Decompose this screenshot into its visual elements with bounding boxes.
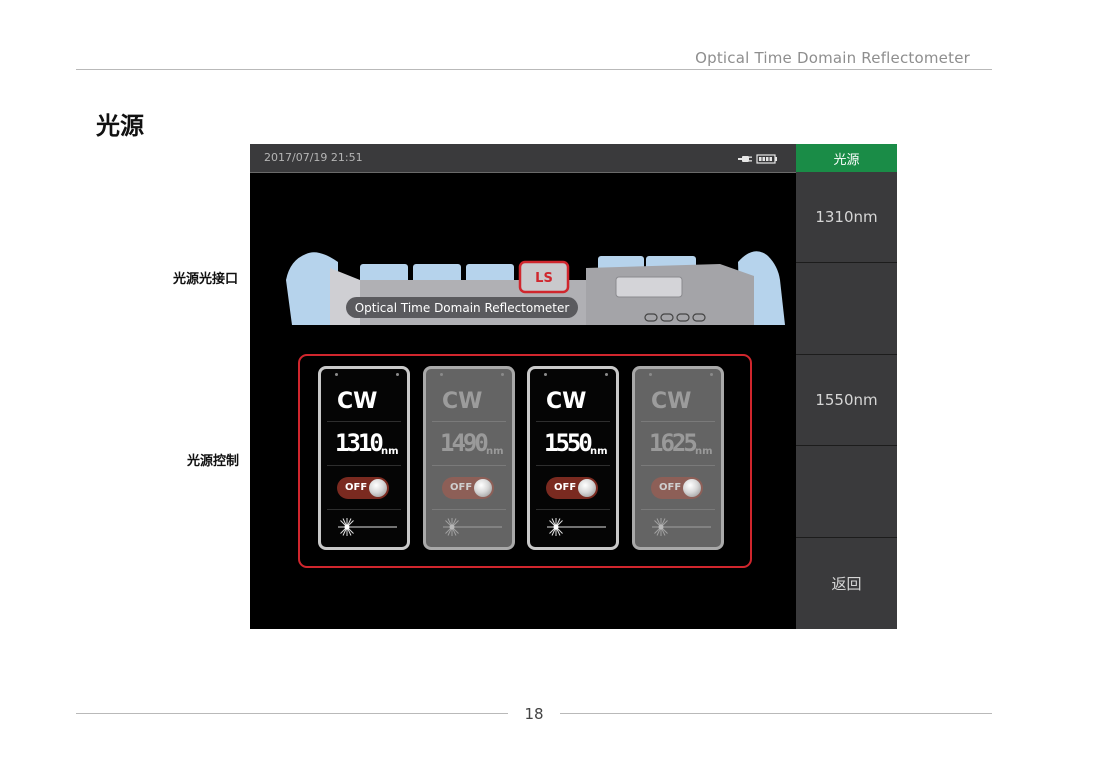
laser-emission-icon <box>338 518 397 536</box>
status-icons <box>738 154 777 164</box>
header-divider <box>76 69 992 70</box>
status-datetime: 2017/07/19 21:51 <box>264 151 363 164</box>
card-unit: nm <box>381 446 399 457</box>
light-source-card[interactable]: CW 1625 nm OFF <box>632 366 724 550</box>
card-wavelength: 1625 <box>649 429 698 457</box>
power-toggle[interactable]: OFF <box>546 477 598 499</box>
toggle-knob <box>369 479 387 497</box>
light-source-card[interactable]: CW 1550 nm OFF <box>527 366 619 550</box>
status-bar: 2017/07/19 21:51 <box>250 144 796 173</box>
card-mode: CW <box>651 389 692 414</box>
document-header-title: Optical Time Domain Reflectometer <box>695 49 970 67</box>
softkey-1310nm[interactable]: 1310nm <box>796 172 897 262</box>
softkey-1550nm[interactable]: 1550nm <box>796 355 897 445</box>
card-wavelength: 1490 <box>440 429 489 457</box>
laser-emission-icon <box>652 518 711 536</box>
softkey-blank-2[interactable] <box>796 446 897 537</box>
softkey-light-source[interactable]: 光源 <box>796 144 897 172</box>
power-toggle[interactable]: OFF <box>337 477 389 499</box>
power-toggle[interactable]: OFF <box>651 477 703 499</box>
card-wavelength: 1310 <box>335 429 384 457</box>
toggle-state: OFF <box>659 482 682 493</box>
card-wavelength: 1550 <box>544 429 593 457</box>
card-unit: nm <box>486 446 504 457</box>
device-display <box>615 276 683 298</box>
laser-emission-icon <box>547 518 606 536</box>
page-number: 18 <box>524 705 544 723</box>
plug-icon <box>738 156 752 162</box>
power-toggle[interactable]: OFF <box>442 477 494 499</box>
light-source-card[interactable]: CW 1490 nm OFF <box>423 366 515 550</box>
card-mode: CW <box>337 389 378 414</box>
card-mode: CW <box>546 389 587 414</box>
otdr-device-illustration: Optical Time Domain Reflectometer LS <box>286 251 785 325</box>
callout-control-label: 光源控制 <box>187 454 240 469</box>
card-unit: nm <box>695 446 713 457</box>
section-title: 光源 <box>96 112 144 140</box>
laser-emission-icon <box>443 518 502 536</box>
toggle-knob <box>474 479 492 497</box>
softkey-panel: 光源 1310nm 1550nm 返回 <box>796 144 897 629</box>
card-unit: nm <box>590 446 608 457</box>
callout-port-label: 光源光接口 <box>173 272 239 287</box>
softkey-back[interactable]: 返回 <box>796 538 897 629</box>
toggle-knob <box>683 479 701 497</box>
battery-icon <box>756 154 777 164</box>
softkey-blank-1[interactable] <box>796 263 897 354</box>
toggle-knob <box>578 479 596 497</box>
light-source-card[interactable]: CW 1310 nm OFF <box>318 366 410 550</box>
toggle-state: OFF <box>450 482 473 493</box>
footer-divider-right <box>560 713 992 714</box>
otdr-screen: 2017/07/19 21:51 Optical Time Domain Ref… <box>250 144 897 629</box>
device-label: Optical Time Domain Reflectometer <box>355 301 570 315</box>
toggle-state: OFF <box>345 482 368 493</box>
card-mode: CW <box>442 389 483 414</box>
footer-divider-left <box>76 713 508 714</box>
toggle-state: OFF <box>554 482 577 493</box>
ls-port-label: LS <box>535 271 553 286</box>
